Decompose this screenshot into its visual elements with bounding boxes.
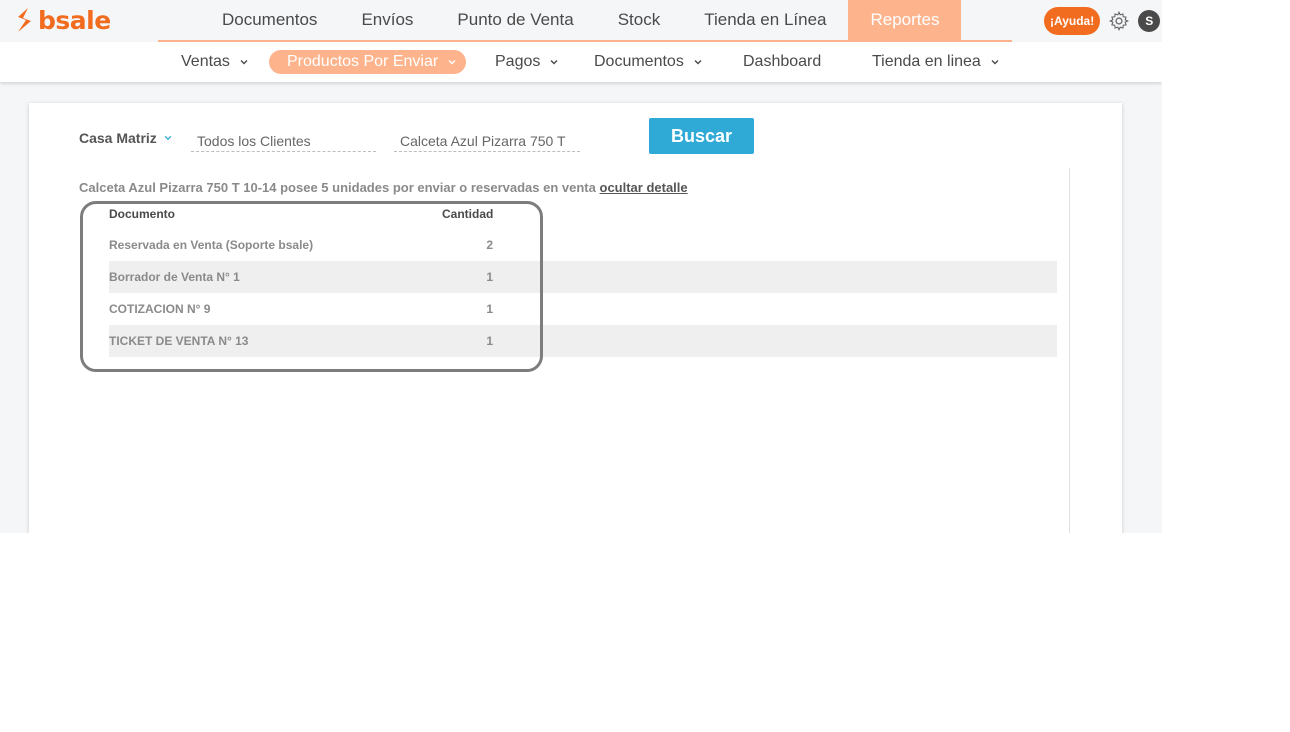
sub-nav-tienda-label: Tienda en linea xyxy=(872,53,981,70)
row-document: Reservada en Venta (Soporte bsale) xyxy=(109,238,314,252)
sub-nav-bar: Ventas Productos Por Enviar Pagos Docume… xyxy=(0,42,1162,82)
chevron-down-icon xyxy=(164,135,172,141)
top-bar: bsale Documentos Envíos Punto de Venta S… xyxy=(0,0,1162,40)
column-header-documento: Documento xyxy=(109,207,175,221)
chevron-down-icon xyxy=(991,60,999,65)
table-row: TICKET DE VENTA N° 13 1 xyxy=(109,325,1057,357)
table-row: Borrador de Venta N° 1 1 xyxy=(109,261,1057,293)
main-nav: Documentos Envíos Punto de Venta Stock T… xyxy=(200,0,962,40)
sub-nav-productos-por-enviar[interactable]: Productos Por Enviar xyxy=(269,50,467,74)
product-input[interactable] xyxy=(394,130,580,152)
table-row: Reservada en Venta (Soporte bsale) 2 xyxy=(109,229,1057,261)
hide-detail-link[interactable]: ocultar detalle xyxy=(600,180,688,195)
filters-bar: Casa Matriz Buscar xyxy=(79,118,779,154)
sub-nav-pagos-label: Pagos xyxy=(495,53,541,70)
panel-divider xyxy=(1069,168,1070,533)
main-nav-documentos[interactable]: Documentos xyxy=(200,0,339,40)
sub-nav-ventas-label: Ventas xyxy=(181,53,230,70)
branch-select-label: Casa Matriz xyxy=(79,130,157,146)
sub-nav-dashboard[interactable]: Dashboard xyxy=(743,50,821,74)
search-button[interactable]: Buscar xyxy=(649,118,754,154)
gear-icon[interactable] xyxy=(1108,10,1130,32)
sub-nav-pagos[interactable]: Pagos xyxy=(495,50,560,74)
row-quantity: 1 xyxy=(486,302,493,316)
main-nav-envios[interactable]: Envíos xyxy=(339,0,435,40)
row-document: TICKET DE VENTA N° 13 xyxy=(109,334,249,348)
chevron-down-icon xyxy=(694,60,702,65)
main-nav-stock[interactable]: Stock xyxy=(596,0,683,40)
header-tools: ¡Ayuda! S xyxy=(1044,7,1161,35)
avatar[interactable]: S xyxy=(1138,10,1161,32)
main-nav-tienda-en-linea[interactable]: Tienda en Línea xyxy=(682,0,848,40)
row-document: Borrador de Venta N° 1 xyxy=(109,270,240,284)
app-window: bsale Documentos Envíos Punto de Venta S… xyxy=(0,0,1162,533)
sub-nav-productos-label: Productos Por Enviar xyxy=(287,53,439,70)
chevron-down-icon xyxy=(448,60,456,65)
sub-nav-tienda-en-linea[interactable]: Tienda en linea xyxy=(872,50,1001,74)
summary-text: Calceta Azul Pizarra 750 T 10-14 posee 5… xyxy=(79,180,596,195)
table-row: COTIZACION N° 9 1 xyxy=(109,293,1057,325)
branch-select[interactable]: Casa Matriz xyxy=(79,130,173,146)
table-header: Documento Cantidad xyxy=(109,199,1057,229)
bsale-logo-icon xyxy=(18,8,31,32)
row-quantity: 1 xyxy=(486,334,493,348)
chevron-down-icon xyxy=(550,60,558,65)
sub-nav-documentos[interactable]: Documentos xyxy=(594,50,704,74)
row-quantity: 2 xyxy=(486,238,493,252)
sub-nav-ventas[interactable]: Ventas xyxy=(181,50,250,74)
product-summary: Calceta Azul Pizarra 750 T 10-14 posee 5… xyxy=(79,180,688,195)
chevron-down-icon xyxy=(240,60,248,65)
help-button[interactable]: ¡Ayuda! xyxy=(1044,7,1101,35)
sub-nav-documentos-label: Documentos xyxy=(594,53,684,70)
column-header-cantidad: Cantidad xyxy=(442,207,494,221)
client-input[interactable] xyxy=(191,130,376,152)
row-quantity: 1 xyxy=(486,270,493,284)
bsale-logo[interactable]: bsale xyxy=(14,5,111,35)
pending-documents-table: Documento Cantidad Reservada en Venta (S… xyxy=(109,199,1057,357)
sub-nav-dashboard-label: Dashboard xyxy=(743,53,822,70)
main-nav-reportes[interactable]: Reportes xyxy=(848,0,962,40)
brand-name: bsale xyxy=(38,5,111,35)
main-nav-punto-de-venta[interactable]: Punto de Venta xyxy=(435,0,595,40)
row-document: COTIZACION N° 9 xyxy=(109,302,211,316)
